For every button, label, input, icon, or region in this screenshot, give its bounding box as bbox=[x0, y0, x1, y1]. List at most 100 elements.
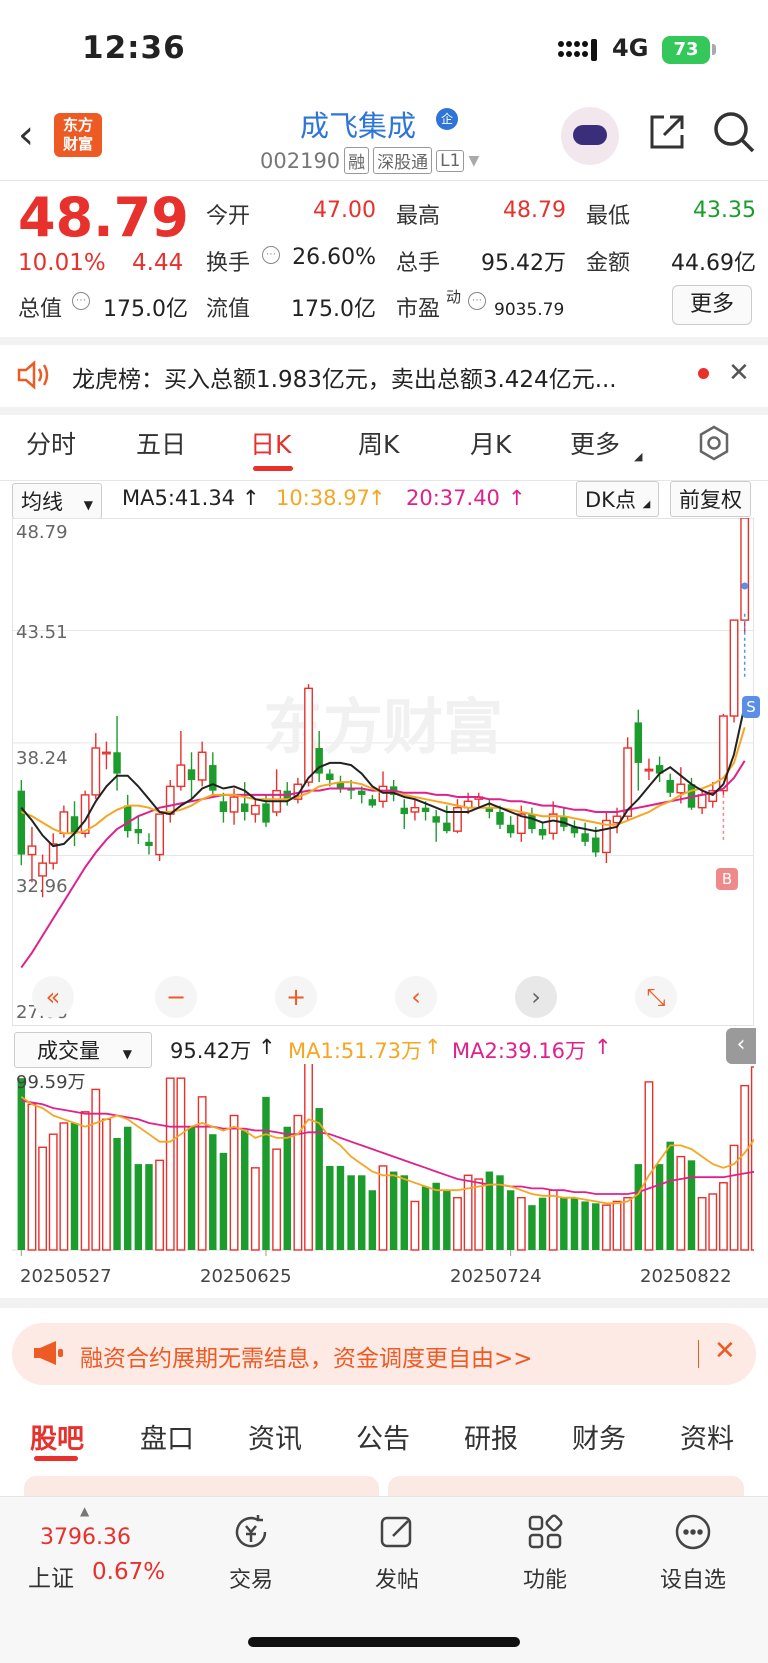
battery-tip bbox=[712, 44, 716, 55]
open-value: 47.00 bbox=[313, 198, 376, 223]
info-icon[interactable]: ⋯ bbox=[468, 292, 486, 310]
footer-post[interactable]: 发帖 bbox=[342, 1512, 452, 1594]
tab-profile[interactable]: 资料 bbox=[680, 1417, 734, 1456]
sell-marker[interactable]: S bbox=[742, 696, 760, 718]
volume-bar bbox=[592, 1203, 600, 1250]
share-icon[interactable] bbox=[646, 111, 688, 157]
stock-code-row[interactable]: 002190 融 深股通 L1 ▼ bbox=[260, 147, 479, 174]
zoom-out-button[interactable]: − bbox=[155, 976, 197, 1018]
volume-label: 总手 bbox=[396, 251, 441, 276]
status-time: 12:36 bbox=[82, 30, 186, 66]
close-icon[interactable]: ✕ bbox=[714, 1336, 736, 1366]
candle-body bbox=[38, 862, 48, 877]
collapse-panel-button[interactable]: ‹ bbox=[726, 1028, 756, 1064]
promo-text[interactable]: 融资合约展期无需结息，资金调度更自由>> bbox=[80, 1339, 533, 1373]
volume-bar bbox=[27, 1103, 37, 1251]
candle-body bbox=[145, 841, 153, 847]
robot-assistant-avatar[interactable] bbox=[561, 107, 619, 165]
candle-body bbox=[496, 811, 504, 825]
tab-daily-k[interactable]: 日K bbox=[250, 425, 291, 461]
megaphone-icon bbox=[32, 1340, 64, 1370]
zoom-in-button[interactable]: + bbox=[275, 976, 317, 1018]
battery-level: 73 bbox=[673, 39, 699, 60]
volume-bar bbox=[697, 1197, 707, 1251]
gear-icon[interactable] bbox=[696, 425, 732, 465]
dragon-tiger-notice[interactable]: 龙虎榜：买入总额1.983亿元，卖出总额3.424亿元... bbox=[72, 360, 682, 394]
dk-point-button[interactable]: DK点 ◢ bbox=[576, 481, 660, 517]
tab-guba[interactable]: 股吧 bbox=[30, 1417, 84, 1456]
chevron-down-icon: ▼ bbox=[83, 498, 93, 512]
candle-body bbox=[326, 773, 334, 780]
index-percent[interactable]: 0.67% bbox=[92, 1559, 165, 1585]
volume-indicator-select[interactable]: 成交量 ▼ bbox=[14, 1032, 152, 1068]
tab-weekly-k[interactable]: 周K bbox=[358, 425, 399, 461]
watermark: 东方财富 bbox=[263, 693, 503, 763]
volume-bar bbox=[453, 1197, 462, 1251]
battery-icon: 73 bbox=[662, 36, 710, 64]
volume-bar bbox=[272, 1148, 282, 1251]
candlestick-chart[interactable]: 东方财富 bbox=[12, 518, 754, 1026]
tab-financials[interactable]: 财务 bbox=[572, 1417, 626, 1456]
price-axis-label: 48.79 bbox=[16, 522, 68, 543]
logo-line1: 东方 bbox=[62, 116, 93, 134]
volume-bar bbox=[187, 1126, 196, 1250]
adjust-button[interactable]: 前复权 bbox=[670, 481, 751, 517]
footer-functions[interactable]: 功能 bbox=[490, 1512, 600, 1594]
section-gap bbox=[0, 407, 768, 415]
date-axis-label: 20250527 bbox=[20, 1266, 112, 1287]
tag-margin: 融 bbox=[344, 147, 370, 174]
volume-bar bbox=[389, 1171, 398, 1250]
home-indicator bbox=[248, 1637, 520, 1647]
pe-superscript: 动 bbox=[446, 288, 462, 306]
tab-more[interactable]: 更多 bbox=[570, 425, 620, 461]
search-icon[interactable] bbox=[712, 110, 756, 158]
info-icon[interactable]: ⋯ bbox=[72, 292, 90, 310]
scroll-right-button[interactable]: › bbox=[515, 976, 557, 1018]
scroll-left-button[interactable]: ‹ bbox=[395, 976, 437, 1018]
app-logo[interactable]: 东方 财富 bbox=[54, 113, 102, 157]
add-watchlist-label: 设自选 bbox=[659, 1568, 726, 1593]
tab-announcements[interactable]: 公告 bbox=[356, 1417, 410, 1456]
volume-bar bbox=[666, 1141, 674, 1250]
volume-chart[interactable] bbox=[12, 1064, 754, 1270]
index-name[interactable]: 上证 bbox=[28, 1559, 74, 1593]
volume-bar bbox=[176, 1077, 186, 1251]
volume-bar bbox=[283, 1126, 291, 1250]
back-button[interactable]: ‹ bbox=[18, 112, 34, 158]
tab-research[interactable]: 研报 bbox=[464, 1417, 518, 1456]
footer-trade[interactable]: 交易 bbox=[196, 1512, 306, 1594]
candle-body bbox=[262, 803, 270, 823]
info-icon[interactable]: ⋯ bbox=[262, 246, 280, 264]
buy-marker[interactable]: B bbox=[716, 868, 738, 890]
more-button[interactable]: 更多 bbox=[672, 285, 752, 325]
indicator-select[interactable]: 均线 ▼ bbox=[12, 483, 102, 519]
up-arrow-icon: ↑ bbox=[258, 1035, 276, 1059]
stock-name[interactable]: 成飞集成 bbox=[300, 103, 416, 145]
volume-bar bbox=[581, 1201, 589, 1250]
volume-bar bbox=[718, 1182, 728, 1251]
close-icon[interactable]: ✕ bbox=[728, 358, 750, 388]
tab-monthly-k[interactable]: 月K bbox=[470, 425, 511, 461]
candle-body bbox=[410, 806, 420, 813]
tab-order-book[interactable]: 盘口 bbox=[140, 1417, 194, 1456]
sell-marker-dot bbox=[741, 582, 749, 590]
volume-select-value: 成交量 bbox=[37, 1039, 100, 1063]
last-price: 48.79 bbox=[18, 186, 189, 249]
mktcap-label: 总值 bbox=[18, 297, 63, 322]
network-type: 4G bbox=[612, 34, 649, 62]
index-value[interactable]: 3796.36 bbox=[40, 1525, 131, 1550]
volume-bar bbox=[123, 1126, 132, 1250]
tab-intraday[interactable]: 分时 bbox=[26, 425, 76, 461]
candle-body bbox=[134, 829, 143, 834]
volume-bar bbox=[676, 1155, 686, 1251]
fullscreen-button[interactable]: ⤡ bbox=[635, 976, 677, 1018]
footer-add-watchlist[interactable]: 设自选 bbox=[638, 1512, 748, 1594]
fast-back-button[interactable]: « bbox=[32, 976, 74, 1018]
volume-bar bbox=[528, 1205, 536, 1250]
tag-level: L1 bbox=[436, 149, 465, 172]
candle-body bbox=[155, 813, 165, 856]
tab-news[interactable]: 资讯 bbox=[248, 1417, 302, 1456]
corner-triangle-icon: ◢ bbox=[642, 499, 651, 510]
tab-five-day[interactable]: 五日 bbox=[136, 425, 186, 461]
volume-bar bbox=[197, 1096, 207, 1251]
